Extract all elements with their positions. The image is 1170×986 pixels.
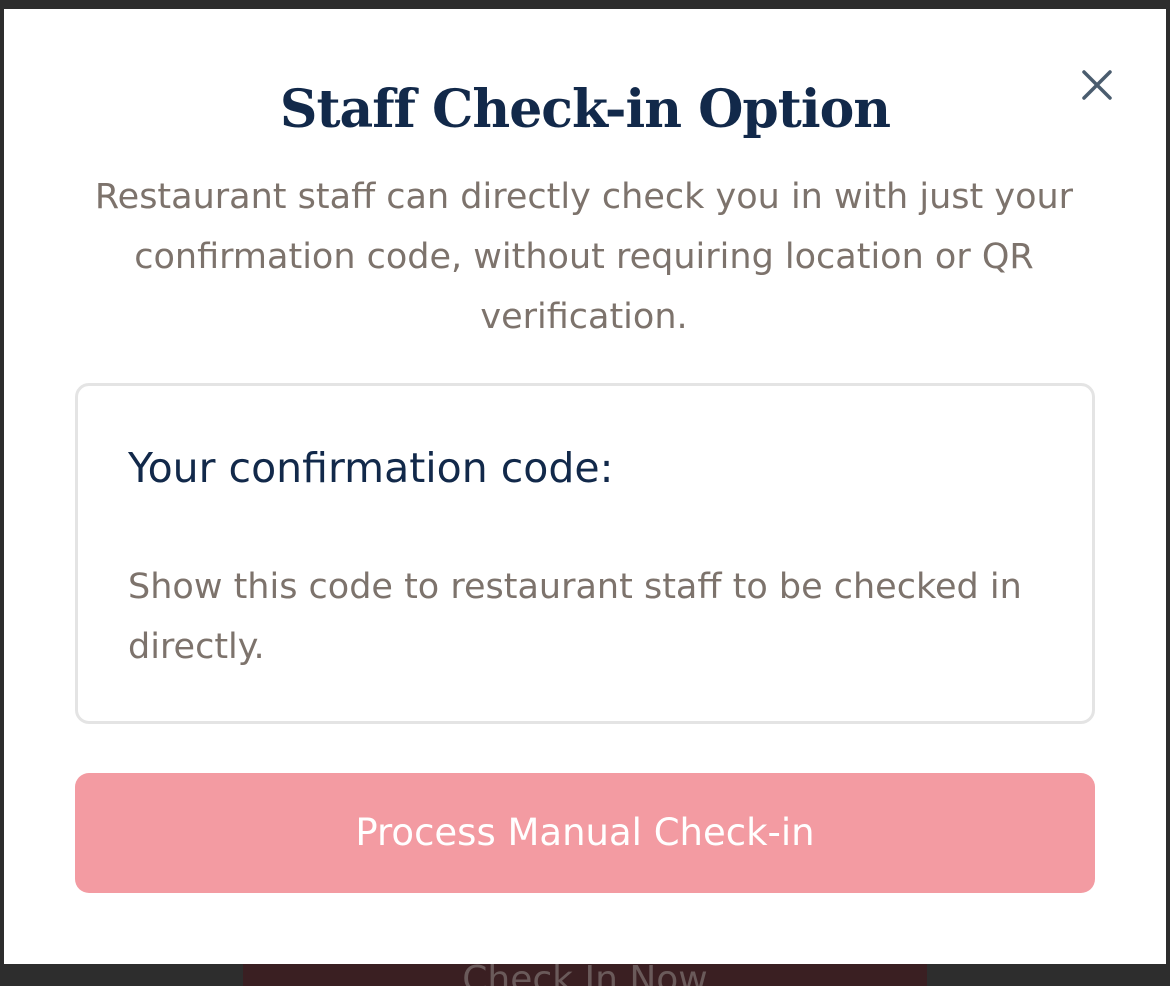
confirmation-code-card: Your confirmation code: Show this code t… — [75, 383, 1095, 724]
modal-title: Staff Check-in Option — [279, 79, 891, 140]
process-manual-checkin-button[interactable]: Process Manual Check-in — [75, 773, 1095, 893]
confirmation-code-help-text: Show this code to restaurant staff to be… — [128, 567, 1022, 667]
staff-checkin-modal: Staff Check-in Option Restaurant staff c… — [4, 9, 1166, 964]
modal-description: Restaurant staff can directly check you … — [94, 177, 1074, 337]
confirmation-code-heading: Your confirmation code: — [128, 444, 614, 492]
